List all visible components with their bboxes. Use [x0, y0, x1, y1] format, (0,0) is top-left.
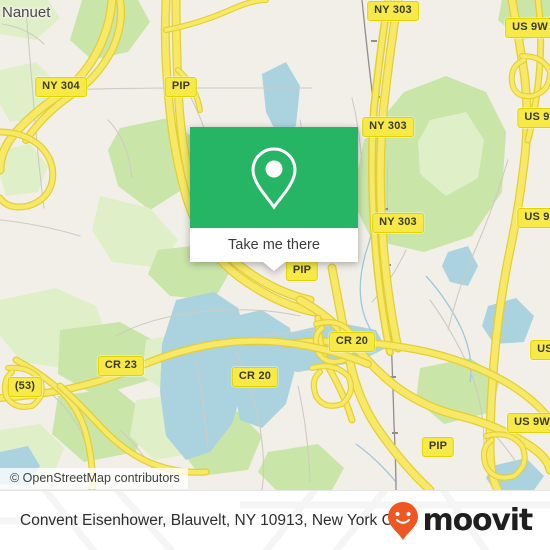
bottom-info-bar: Convent Eisenhower, Blauvelt, NY 10913, … [0, 490, 550, 550]
road-shield[interactable]: US 9W [507, 413, 550, 433]
take-me-there-button[interactable]: Take me there [228, 237, 320, 253]
road-shield[interactable]: NY 304 [35, 77, 87, 97]
road-shield[interactable]: (53) [7, 377, 43, 397]
road-shield[interactable]: CR 20 [328, 332, 376, 352]
road-shield[interactable]: US [530, 340, 550, 360]
map-canvas[interactable]: .park { fill:#c9e5a8; } .parkl { fill:#d… [0, 0, 550, 490]
moovit-wordmark: moovit [422, 502, 534, 538]
road-shield[interactable]: US 9 [517, 108, 550, 128]
popup-footer[interactable]: Take me there [190, 228, 358, 271]
road-shield[interactable]: NY 303 [362, 117, 414, 137]
popup-header [190, 127, 358, 228]
moovit-logo[interactable]: moovit [387, 501, 534, 541]
road-shield[interactable]: PIP [421, 437, 455, 457]
road-shield[interactable]: PIP [164, 77, 198, 97]
road-shield[interactable]: US 9W [505, 18, 550, 38]
road-shield[interactable]: PIP [285, 261, 319, 281]
road-shield[interactable]: US 9 [517, 208, 550, 228]
place-label-nanuet: Nanuet [2, 4, 51, 21]
address-label: Convent Eisenhower, Blauvelt, NY 10913, … [20, 511, 409, 529]
road-shield[interactable]: CR 23 [97, 356, 145, 376]
road-shield[interactable]: NY 303 [367, 1, 419, 21]
map-pin-icon [251, 146, 297, 210]
map-screenshot: .park { fill:#c9e5a8; } .parkl { fill:#d… [0, 0, 550, 550]
popup-tail [263, 262, 285, 271]
road-shield[interactable]: NY 303 [372, 213, 424, 233]
road-shield[interactable]: CR 20 [231, 367, 279, 387]
location-popup-card[interactable]: Take me there [190, 127, 358, 271]
osm-attribution[interactable]: © OpenStreetMap contributors [0, 468, 188, 489]
moovit-pin-icon [387, 501, 418, 540]
